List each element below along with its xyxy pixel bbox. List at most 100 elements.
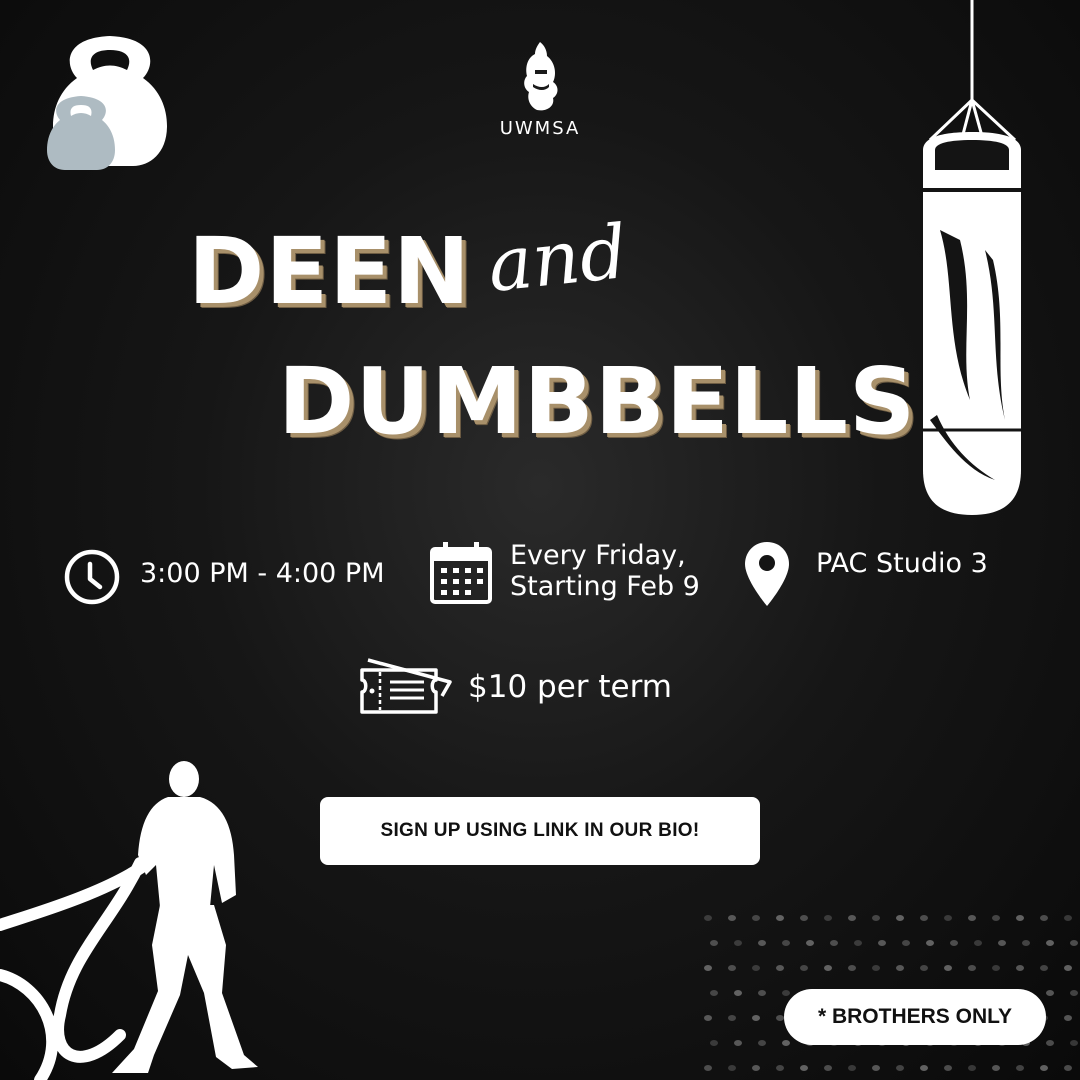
pattern-dot [782, 1040, 790, 1046]
pattern-dot [734, 940, 742, 946]
title-connector: and [483, 208, 632, 310]
title-line-2: DUMBBELLS [278, 348, 917, 455]
pattern-dot [998, 940, 1006, 946]
event-date: Every Friday, Starting Feb 9 [510, 540, 700, 602]
pattern-dot [926, 940, 934, 946]
pattern-dot [848, 915, 856, 921]
pattern-dot [758, 990, 766, 996]
pattern-dot [728, 1065, 736, 1071]
pattern-dot [848, 1065, 856, 1071]
pattern-dot [968, 1065, 976, 1071]
battle-rope-athlete-icon [0, 761, 258, 1080]
pattern-dot [830, 940, 838, 946]
pattern-dot [758, 940, 766, 946]
pattern-dot [1064, 1015, 1072, 1021]
pattern-dot [920, 915, 928, 921]
pattern-dot [800, 965, 808, 971]
logo-text: UWMSA [499, 118, 581, 139]
pattern-dot [752, 1065, 760, 1071]
title-line-1: DEEN [188, 218, 472, 325]
pattern-dot [710, 990, 718, 996]
pattern-dot [1046, 940, 1054, 946]
pattern-dot [776, 915, 784, 921]
punching-bag-icon [923, 0, 1021, 515]
pattern-dot [704, 915, 712, 921]
pattern-dot [872, 965, 880, 971]
pattern-dot [944, 1065, 952, 1071]
event-time: 3:00 PM - 4:00 PM [140, 558, 385, 589]
pattern-dot [1040, 965, 1048, 971]
pattern-dot [974, 940, 982, 946]
clock-icon [64, 549, 120, 605]
pattern-dot [878, 940, 886, 946]
pattern-dot [758, 1040, 766, 1046]
pattern-dot [854, 940, 862, 946]
pattern-dot [710, 940, 718, 946]
pattern-dot [992, 965, 1000, 971]
pattern-dot [1016, 915, 1024, 921]
pattern-dot [728, 965, 736, 971]
pattern-dot [920, 965, 928, 971]
location-pin-icon [745, 542, 789, 606]
pattern-dot [776, 965, 784, 971]
pattern-dot [992, 915, 1000, 921]
pattern-dot [920, 1065, 928, 1071]
pattern-dot [944, 915, 952, 921]
event-poster: UWMSA DEEN and DUMBBELLS 3:00 PM - 4:00 … [0, 0, 1080, 1080]
pattern-dot [824, 965, 832, 971]
ticket-icon [360, 658, 452, 714]
pattern-dot [728, 1015, 736, 1021]
pattern-dot [902, 940, 910, 946]
pattern-dot [872, 1065, 880, 1071]
pattern-dot [734, 1040, 742, 1046]
event-date-line-2: Starting Feb 9 [510, 571, 700, 603]
badge-label: * BROTHERS ONLY [817, 1005, 1013, 1028]
pattern-dot [944, 965, 952, 971]
pattern-dot [806, 940, 814, 946]
pattern-dot [1046, 990, 1054, 996]
event-date-line-1: Every Friday, [510, 540, 686, 571]
pattern-dot [734, 990, 742, 996]
calendar-icon [430, 542, 492, 604]
signup-button-label: SIGN UP USING LINK IN OUR BIO! [380, 820, 700, 841]
knight-helmet-icon [524, 42, 558, 111]
pattern-dot [1022, 940, 1030, 946]
pattern-dot [1064, 915, 1072, 921]
pattern-dot [824, 915, 832, 921]
pattern-dot [782, 990, 790, 996]
pattern-dot [1070, 990, 1078, 996]
pattern-dot [752, 965, 760, 971]
pattern-dot [1016, 965, 1024, 971]
pattern-dot [752, 1015, 760, 1021]
pattern-dot [1016, 1065, 1024, 1071]
pattern-dot [950, 940, 958, 946]
pattern-dot [872, 915, 880, 921]
pattern-dot [776, 1015, 784, 1021]
event-price: $10 per term [468, 669, 672, 705]
pattern-dot [776, 1065, 784, 1071]
kettlebell-icon [47, 36, 167, 170]
pattern-dot [1046, 1040, 1054, 1046]
event-location: PAC Studio 3 [816, 548, 988, 579]
pattern-dot [728, 915, 736, 921]
pattern-dot [704, 1065, 712, 1071]
org-logo: UWMSA [495, 40, 585, 145]
pattern-dot [896, 1065, 904, 1071]
pattern-dot [968, 915, 976, 921]
pattern-dot [1070, 940, 1078, 946]
pattern-dot [1064, 1065, 1072, 1071]
pattern-dot [1064, 965, 1072, 971]
pattern-dot [1040, 1065, 1048, 1071]
pattern-dot [1040, 915, 1048, 921]
pattern-dot [800, 915, 808, 921]
signup-button[interactable]: SIGN UP USING LINK IN OUR BIO! [320, 797, 760, 865]
pattern-dot [824, 1065, 832, 1071]
pattern-dot [710, 1040, 718, 1046]
pattern-dot [782, 940, 790, 946]
pattern-dot [896, 965, 904, 971]
pattern-dot [752, 915, 760, 921]
pattern-dot [848, 965, 856, 971]
pattern-dot [896, 915, 904, 921]
pattern-dot [704, 965, 712, 971]
pattern-dot [800, 1065, 808, 1071]
